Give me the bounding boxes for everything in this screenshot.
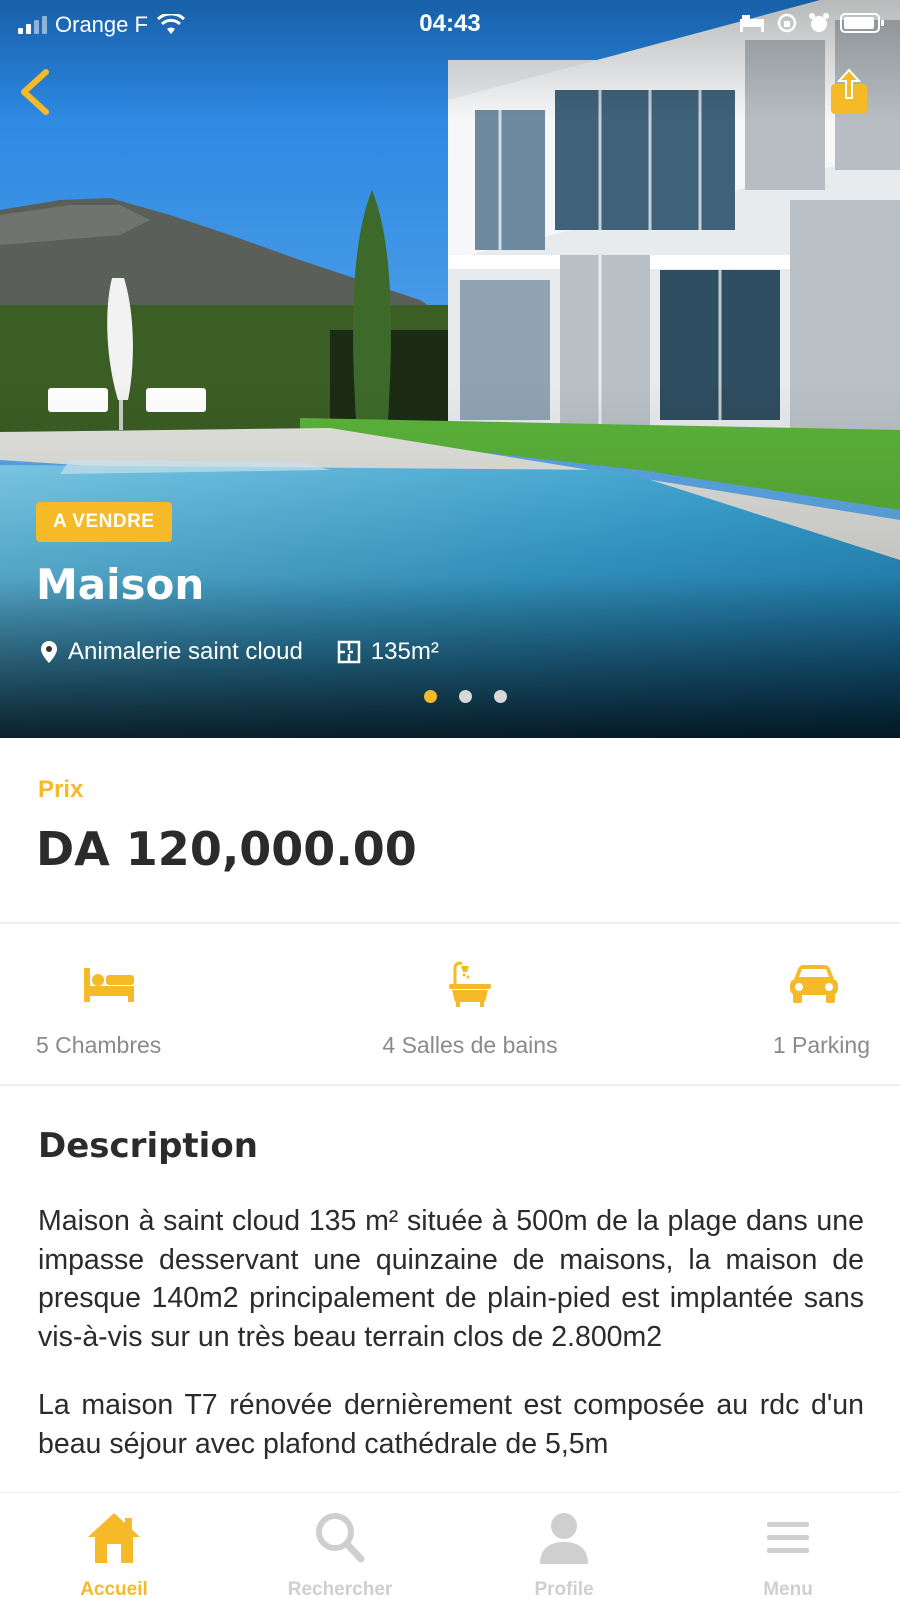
property-area: 135m² [370, 638, 439, 665]
bathtub-icon [449, 961, 491, 1007]
features-row: 5 Chambres 4 Salles de bains 1 Parking [0, 926, 900, 1086]
tab-menu-label: Menu [763, 1579, 813, 1598]
orientation-lock-icon [777, 13, 797, 33]
property-location: Animalerie saint cloud [68, 638, 303, 665]
bed-icon [84, 968, 134, 1002]
status-bar: Orange F 04:43 [0, 0, 900, 50]
hero-image[interactable]: Orange F 04:43 A VENDRE Maison Animaleri… [0, 0, 900, 738]
tab-accueil-label: Accueil [80, 1579, 148, 1598]
tab-rechercher[interactable]: Rechercher [260, 1507, 420, 1598]
description-title: Description [38, 1126, 258, 1166]
property-meta: Animalerie saint cloud 135m² [40, 638, 439, 666]
search-icon [316, 1513, 365, 1563]
feature-parking-label: 1 Parking [772, 1032, 870, 1058]
description-paragraph-1: Maison à saint cloud 135 m² située à 500… [38, 1205, 864, 1353]
menu-icon [767, 1522, 809, 1553]
share-icon [831, 68, 867, 114]
description-scroll[interactable]: Maison à saint cloud 135 m² située à 500… [0, 1198, 900, 1488]
tab-profile-label: Profile [534, 1579, 594, 1598]
price-label: Prix [38, 776, 84, 803]
alarm-icon [809, 13, 829, 32]
tab-rechercher-label: Rechercher [287, 1579, 393, 1598]
tab-menu[interactable]: Menu [708, 1507, 868, 1598]
bed-status-icon [740, 15, 764, 32]
location-pin-icon [41, 641, 57, 663]
description-paragraph-2: La maison T7 rénovée dernièrement est co… [38, 1389, 864, 1460]
tab-accueil[interactable]: Accueil [34, 1507, 194, 1598]
feature-bathrooms: 4 Salles de bains [360, 958, 580, 1059]
user-icon [540, 1513, 588, 1564]
car-icon [790, 965, 838, 1003]
floor-plan-icon [337, 640, 361, 664]
property-title: Maison [36, 560, 205, 609]
feature-bathrooms-label: 4 Salles de bains [382, 1032, 558, 1058]
back-button[interactable] [14, 66, 58, 118]
status-right [738, 12, 886, 34]
tab-profile[interactable]: Profile [484, 1507, 644, 1598]
bottom-tab-bar: Accueil Rechercher Profile Menu [0, 1492, 900, 1598]
feature-bedrooms: 5 Chambres [36, 958, 186, 1059]
price-section: Prix DA 120,000.00 [0, 738, 900, 924]
carousel-dot-2[interactable] [458, 690, 472, 703]
feature-parking: 1 Parking [740, 958, 870, 1059]
sale-badge: A VENDRE [36, 502, 173, 542]
feature-bedrooms-label: 5 Chambres [36, 1032, 162, 1058]
share-button[interactable] [828, 66, 870, 118]
chevron-left-icon [21, 69, 49, 115]
carousel-indicator [0, 690, 900, 703]
house-pool-photo [0, 0, 900, 738]
battery-icon [840, 13, 884, 33]
carousel-dot-3[interactable] [493, 690, 507, 703]
home-icon [88, 1513, 140, 1563]
price-value: DA 120,000.00 [36, 822, 417, 876]
carousel-dot-1[interactable] [423, 690, 437, 703]
description-body: Maison à saint cloud 135 m² située à 500… [38, 1202, 864, 1488]
